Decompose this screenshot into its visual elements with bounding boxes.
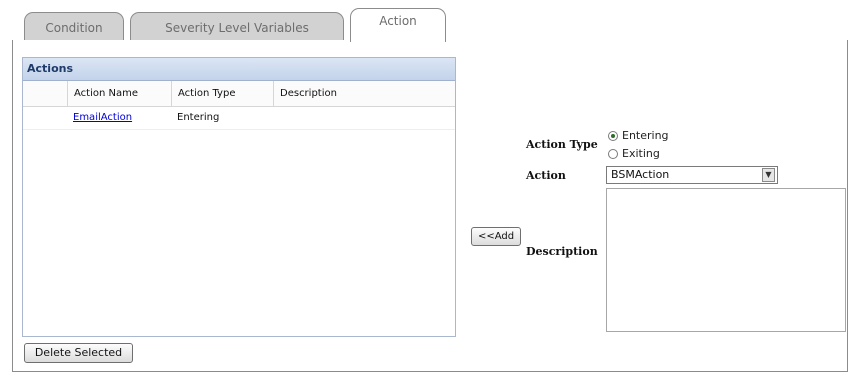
header-action-type[interactable]: Action Type [171, 81, 273, 106]
action-select[interactable]: BSMAction ▼ [606, 166, 778, 184]
action-select-value: BSMAction [611, 168, 670, 181]
actions-grid-title: Actions [23, 58, 455, 81]
tab-severity-level-variables[interactable]: Severity Level Variables [130, 12, 344, 40]
add-button[interactable]: <<Add [471, 227, 521, 246]
chevron-down-icon[interactable]: ▼ [762, 168, 775, 182]
radio-exiting[interactable]: Exiting [608, 147, 660, 161]
table-row[interactable]: EmailAction Entering [23, 107, 455, 130]
radio-exiting-label: Exiting [622, 147, 660, 160]
action-type-label: Action Type [526, 138, 598, 151]
header-description[interactable]: Description [273, 81, 455, 106]
description-label: Description [526, 245, 598, 258]
actions-grid-header: Action Name Action Type Description [23, 81, 455, 107]
action-name-link[interactable]: EmailAction [73, 112, 132, 123]
tab-condition[interactable]: Condition [24, 12, 124, 40]
header-action-name[interactable]: Action Name [67, 81, 171, 106]
radio-entering[interactable]: Entering [608, 129, 669, 143]
action-label: Action [526, 169, 566, 182]
header-select-column [23, 81, 67, 106]
tab-severity-label: Severity Level Variables [165, 21, 309, 35]
description-cell [273, 107, 455, 129]
radio-exiting-icon[interactable] [608, 149, 618, 159]
tab-condition-label: Condition [45, 21, 103, 35]
radio-entering-label: Entering [622, 129, 669, 142]
description-textarea[interactable] [606, 188, 846, 332]
tab-action[interactable]: Action [350, 8, 446, 42]
radio-entering-icon[interactable] [608, 131, 618, 141]
action-type-cell: Entering [177, 112, 220, 123]
delete-selected-button[interactable]: Delete Selected [24, 343, 133, 363]
action-name-cell: EmailAction [67, 107, 171, 129]
tab-action-label: Action [379, 14, 417, 28]
actions-grid: Actions Action Name Action Type Descript… [22, 57, 456, 337]
